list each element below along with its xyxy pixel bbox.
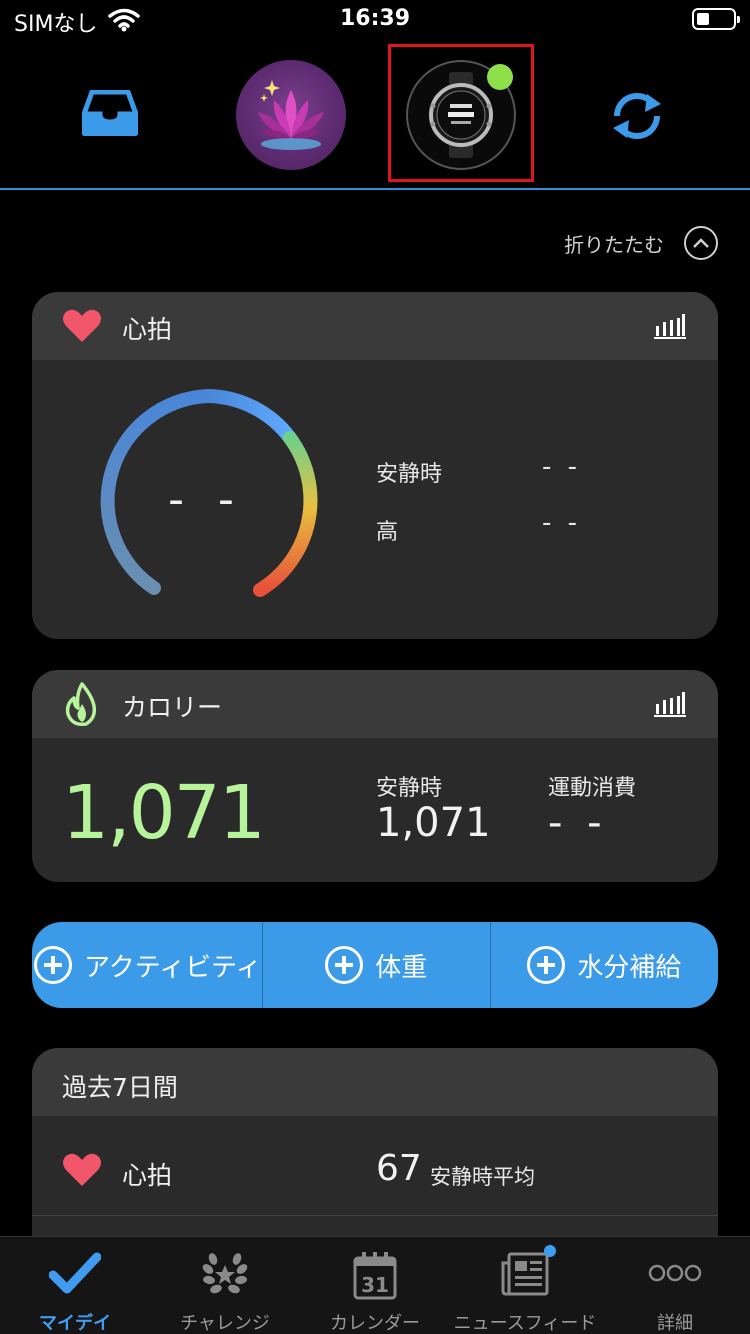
calendar-icon-day: 31	[361, 1273, 389, 1297]
status-bar: SIMなし 16:39	[0, 0, 750, 40]
past-week-heart-rate-row[interactable]: 心拍 67 安静時平均	[32, 1116, 718, 1216]
heart-icon	[63, 1153, 101, 1186]
bar-chart-icon[interactable]	[654, 690, 686, 718]
active-calories-label: 運動消費	[548, 776, 637, 801]
profile-avatar[interactable]	[236, 60, 346, 170]
plus-icon	[527, 946, 566, 984]
clock: 16:39	[339, 6, 411, 31]
device-highlight-frame[interactable]	[388, 44, 534, 182]
collapse-label: 折りたたむ	[564, 232, 664, 257]
tab-newsfeed[interactable]: ニュースフィード	[450, 1237, 600, 1334]
device-connected-dot	[487, 64, 513, 90]
past-week-heart-rate-label: 心拍	[122, 1161, 173, 1190]
more-icon	[648, 1264, 702, 1282]
past-week-heart-rate-value: 67	[376, 1148, 422, 1189]
tab-challenges-label: チャレンジ	[180, 1313, 270, 1334]
past-week-heart-rate-unit: 安静時平均	[430, 1165, 535, 1189]
inbox-icon[interactable]	[82, 90, 138, 136]
heart-rate-title: 心拍	[122, 315, 173, 344]
resting-hr-value: - -	[542, 452, 582, 482]
high-hr-label: 高	[376, 520, 399, 545]
chevron-up-icon[interactable]	[684, 226, 718, 260]
tab-my-day[interactable]: マイデイ	[0, 1237, 150, 1334]
heart-icon	[63, 309, 101, 342]
battery-icon	[692, 8, 740, 30]
add-activity-button[interactable]: アクティビティ	[32, 922, 263, 1008]
lotus-icon	[258, 80, 324, 150]
calories-card-header[interactable]: カロリー	[32, 670, 718, 738]
quick-add-bar: アクティビティ 体重 水分補給	[32, 922, 718, 1008]
newsfeed-badge	[544, 1245, 556, 1257]
tab-more-label: 詳細	[657, 1313, 693, 1334]
check-icon	[49, 1252, 101, 1294]
calories-total: 1,071	[62, 770, 266, 856]
tab-calendar-label: カレンダー	[330, 1313, 420, 1334]
add-hydration-button[interactable]: 水分補給	[491, 922, 718, 1008]
tab-more[interactable]: 詳細	[600, 1237, 750, 1334]
resting-calories-label: 安静時	[376, 776, 443, 801]
heart-rate-card-header[interactable]: 心拍	[32, 292, 718, 360]
high-hr-value: - -	[542, 508, 582, 538]
sync-icon[interactable]	[607, 90, 667, 142]
plus-icon	[34, 946, 72, 984]
calendar-icon: 31	[353, 1252, 397, 1300]
bar-chart-icon[interactable]	[654, 312, 686, 340]
tab-newsfeed-label: ニュースフィード	[453, 1313, 597, 1334]
add-activity-label: アクティビティ	[84, 952, 262, 983]
top-bar	[0, 40, 750, 190]
tab-calendar[interactable]: 31 カレンダー	[300, 1237, 450, 1334]
add-weight-label: 体重	[375, 952, 428, 983]
past-week-title: 過去7日間	[62, 1073, 178, 1102]
flame-icon	[65, 682, 97, 726]
tab-bar: マイデイ チャレンジ 31 カレンダー ニュースフィード 詳細	[0, 1236, 750, 1334]
calories-card[interactable]: カロリー 1,071 安静時 1,071 運動消費 - -	[32, 670, 718, 882]
laurel-icon	[202, 1253, 248, 1294]
tab-challenges[interactable]: チャレンジ	[150, 1237, 300, 1334]
heart-rate-card[interactable]: 心拍 - - 安静時 - - 高 - -	[32, 292, 718, 639]
resting-calories-value: 1,071	[376, 800, 491, 846]
resting-hr-label: 安静時	[376, 462, 443, 487]
past-week-header: 過去7日間	[32, 1048, 718, 1116]
tab-my-day-label: マイデイ	[39, 1313, 111, 1334]
collapse-toggle[interactable]: 折りたたむ	[564, 226, 718, 260]
active-calories-value: - -	[548, 800, 608, 846]
add-hydration-label: 水分補給	[577, 952, 682, 983]
plus-icon	[325, 946, 364, 984]
calories-title: カロリー	[122, 693, 223, 722]
heart-rate-gauge-value: - -	[168, 474, 244, 525]
add-weight-button[interactable]: 体重	[263, 922, 491, 1008]
newsfeed-icon	[501, 1252, 549, 1296]
